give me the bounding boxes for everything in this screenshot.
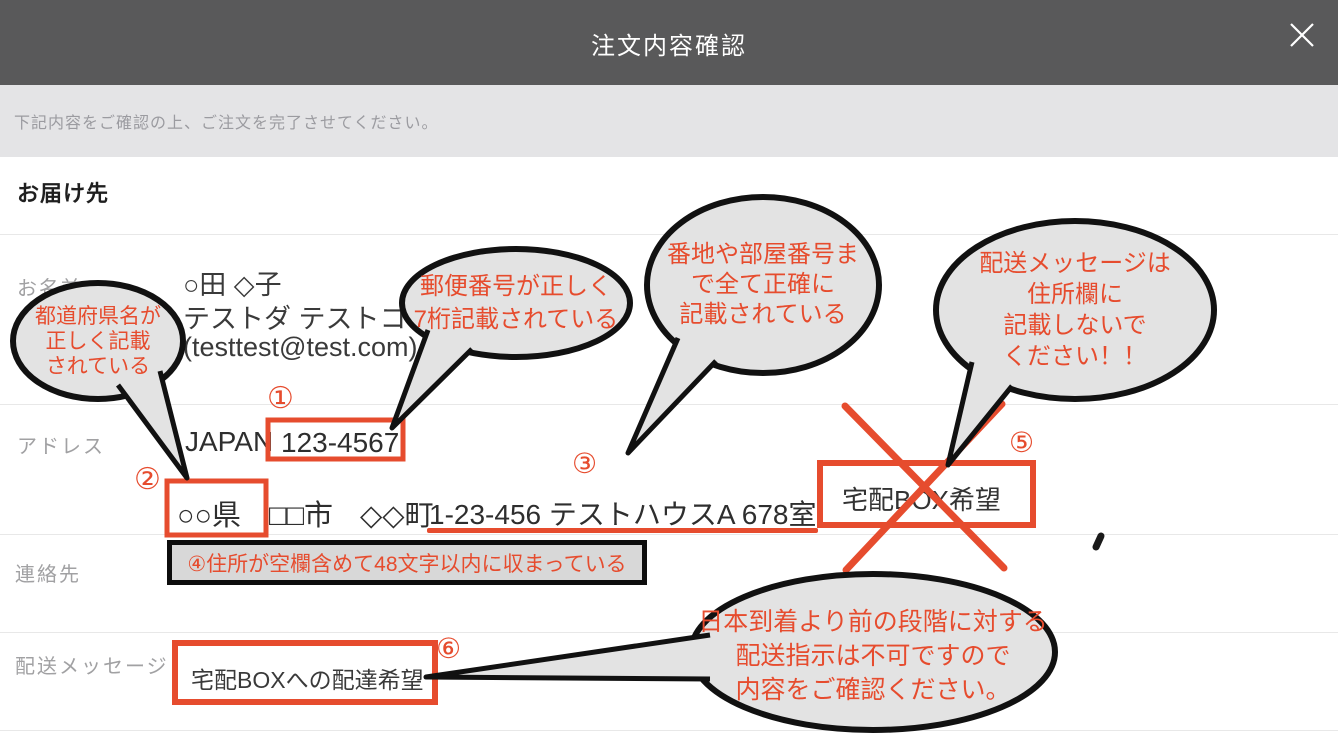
name-label: お名前 — [17, 272, 83, 301]
pen-tick-mark — [1096, 536, 1101, 547]
address-city: □□市 — [269, 492, 333, 534]
bubble-street-shape — [647, 197, 879, 373]
section-heading: お届け先 — [17, 176, 109, 208]
marker-1: ① — [267, 384, 294, 414]
order-confirm-modal: 注文内容確認 下記内容をご確認の上、ご注文を完了させてください。 お届け先 お名… — [0, 0, 1338, 736]
marker-6: ⑥ — [436, 635, 461, 663]
bubble-pre-arrival-text: 日本到着より前の段階に対する 配送指示は不可ですので 内容をご確認ください。 — [691, 577, 1055, 729]
bubble-prefecture-text: 都道府県名が 正しく記載 されている — [13, 288, 183, 394]
contact-label: 連絡先 — [15, 558, 81, 587]
marker-3: ③ — [572, 450, 597, 478]
bubble-pre-arrival-tail — [426, 635, 710, 679]
notice-text: 下記内容をご確認の上、ご注文を完了させてください。 — [14, 109, 439, 133]
delivery-message-value: 宅配BOXへの配達希望 — [191, 661, 424, 695]
bubble-no-message-text: 配送メッセージは 住所欄に 記載しないで ください！！ — [936, 224, 1214, 396]
address-street: 1-23-456 テストハウスA 678室 — [429, 493, 817, 533]
separator — [0, 632, 1338, 633]
bubble-street-tail — [628, 338, 716, 453]
bubble-postal-shape — [402, 249, 630, 357]
modal-title: 注文内容確認 — [0, 26, 1338, 61]
separator — [0, 730, 1338, 731]
name-value-kana: テストダ テストコ — [183, 297, 407, 336]
bubble-prefecture-tail — [118, 371, 187, 478]
bubble-pre-arrival-shape — [691, 574, 1055, 730]
address-invalid-note: 宅配BOX希望 — [842, 480, 1001, 517]
bubble-postal-text: 郵便番号が正しく 7桁記載されている — [402, 254, 630, 352]
address-country: JAPAN — [185, 426, 273, 458]
name-value-email: (testtest@test.com) — [183, 332, 417, 363]
separator — [0, 534, 1338, 535]
bubble-street-text: 番地や部屋番号ま で全て正確に 記載されている — [647, 200, 879, 370]
address-prefecture: ○○県 — [177, 492, 241, 534]
close-icon — [1287, 20, 1317, 50]
address-town: ◇◇町 — [360, 492, 434, 534]
address-label: アドレス — [17, 430, 105, 459]
separator — [0, 234, 1338, 235]
notice-bar: 下記内容をご確認の上、ご注文を完了させてください。 — [0, 85, 1338, 157]
separator — [0, 404, 1338, 405]
bubble-no-message-tail — [948, 362, 1012, 465]
annotation-length-check-box: ④住所が空欄含めて48文字以内に収まっている — [167, 540, 647, 585]
close-button[interactable] — [1284, 18, 1320, 54]
delivery-message-label: 配送メッセージ — [15, 650, 169, 679]
marker-5: ⑤ — [1009, 429, 1034, 457]
marker-2: ② — [134, 465, 161, 495]
annotation-length-check-text: ④住所が空欄含めて48文字以内に収まっている — [187, 548, 626, 578]
modal-header: 注文内容確認 — [0, 0, 1338, 85]
address-postal-code: 123-4567 — [281, 427, 399, 459]
bubble-no-message-shape — [936, 221, 1214, 399]
